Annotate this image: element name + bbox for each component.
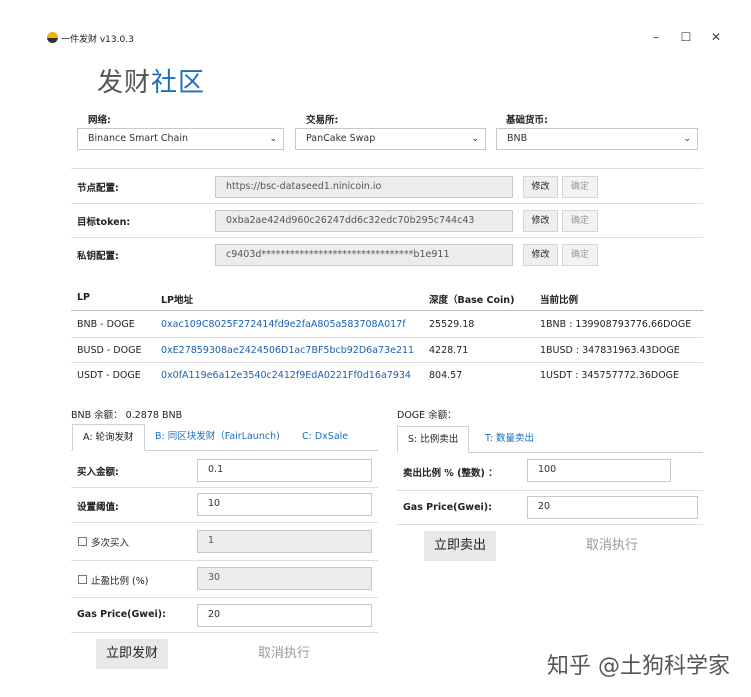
exchange-select[interactable]: PanCake Swap ⌄ xyxy=(295,128,486,150)
divider xyxy=(397,524,703,525)
table-cell-depth: 25529.18 xyxy=(429,319,475,330)
multi-buy-label: 多次买入 xyxy=(91,538,130,549)
brand-part-2: 社区 xyxy=(151,68,206,98)
lp-col-header: LP xyxy=(77,292,91,303)
tab-fairlaunch[interactable]: B: 同区块发财（FairLaunch) xyxy=(145,424,290,451)
tab-ratio-sell[interactable]: S: 比例卖出 xyxy=(397,426,470,453)
table-cell-address-link[interactable]: 0x0fA119e6a12e3540c2412f9EdA0221Ff0d16a7… xyxy=(161,370,411,381)
network-select-value: Binance Smart Chain xyxy=(88,133,189,144)
cancel-buy-button[interactable]: 取消执行 xyxy=(248,639,320,669)
table-row-divider xyxy=(71,337,703,338)
chevron-down-icon: ⌄ xyxy=(683,134,691,144)
lp-address-col-header: LP地址 xyxy=(161,295,194,306)
divider xyxy=(71,560,378,561)
tab-dxsale[interactable]: C: DxSale xyxy=(292,424,358,451)
base-currency-select[interactable]: BNB ⌄ xyxy=(496,128,698,150)
base-currency-label: 基础货币: xyxy=(506,115,548,126)
chevron-down-icon: ⌄ xyxy=(471,134,479,144)
token-confirm-button[interactable]: 确定 xyxy=(562,210,598,232)
maximize-icon[interactable]: ☐ xyxy=(676,27,696,47)
buy-amount-input[interactable]: 0.1 xyxy=(197,459,372,482)
right-gas-label: Gas Price(Gwei): xyxy=(403,502,492,513)
depth-col-header: 深度（Base Coin) xyxy=(429,295,515,306)
left-gas-input[interactable]: 20 xyxy=(197,604,372,627)
token-config-label: 目标token: xyxy=(77,217,131,228)
cancel-sell-button[interactable]: 取消执行 xyxy=(576,531,648,561)
node-confirm-button[interactable]: 确定 xyxy=(562,176,598,198)
bnb-balance: BNB 余额： 0.2878 BNB xyxy=(71,410,183,421)
watermark: 知乎 @土狗科学家 xyxy=(547,654,730,679)
network-select[interactable]: Binance Smart Chain ⌄ xyxy=(77,128,284,150)
brand-title: 发财社区 xyxy=(97,62,205,99)
network-label: 网络: xyxy=(88,115,111,126)
divider xyxy=(71,487,378,488)
table-cell-lp: BNB - DOGE xyxy=(77,319,135,330)
tab-polling[interactable]: A: 轮询发财 xyxy=(72,424,145,451)
exchange-select-value: PanCake Swap xyxy=(306,133,376,144)
divider xyxy=(71,522,378,523)
token-edit-button[interactable]: 修改 xyxy=(523,210,558,232)
right-gas-input[interactable]: 20 xyxy=(527,496,698,519)
take-profit-checkbox[interactable] xyxy=(78,575,87,584)
minimize-icon[interactable]: – xyxy=(646,27,666,47)
execute-sell-button[interactable]: 立即卖出 xyxy=(424,531,496,561)
ratio-col-header: 当前比例 xyxy=(540,295,579,306)
key-edit-button[interactable]: 修改 xyxy=(523,244,558,266)
key-confirm-button[interactable]: 确定 xyxy=(562,244,598,266)
take-profit-label: 止盈比例 (%) xyxy=(91,576,149,587)
private-key-field[interactable]: c9403d********************************b1… xyxy=(215,244,513,266)
key-config-label: 私钥配置: xyxy=(77,251,119,262)
divider xyxy=(71,597,378,598)
multi-buy-checkbox[interactable] xyxy=(78,537,87,546)
sell-ratio-label: 卖出比例 % (整数) ： xyxy=(403,468,498,479)
brand-part-1: 发财 xyxy=(97,68,152,98)
chevron-down-icon: ⌄ xyxy=(269,134,277,144)
divider xyxy=(71,168,703,169)
exchange-label: 交易所: xyxy=(306,115,339,126)
app-logo-icon xyxy=(47,32,58,43)
sell-ratio-input[interactable]: 100 xyxy=(527,459,671,482)
node-edit-button[interactable]: 修改 xyxy=(523,176,558,198)
multi-buy-input[interactable]: 1 xyxy=(197,530,372,553)
tab-amount-sell[interactable]: T: 数量卖出 xyxy=(475,426,544,453)
base-currency-value: BNB xyxy=(507,133,528,144)
table-cell-ratio: 1USDT : 345757772.36DOGE xyxy=(540,370,680,381)
table-cell-lp: BUSD - DOGE xyxy=(77,345,142,356)
table-cell-address-link[interactable]: 0xE27859308ae2424506D1ac7BF5bcb92D6a73e2… xyxy=(161,345,414,356)
table-cell-address-link[interactable]: 0xac109C8025F272414fd9e2faA805a583708A01… xyxy=(161,319,406,330)
target-token-field[interactable]: 0xba2ae424d960c26247dd6c32edc70b295c744c… xyxy=(215,210,513,232)
divider xyxy=(71,632,378,633)
table-row-divider xyxy=(71,362,703,363)
take-profit-input[interactable]: 30 xyxy=(197,567,372,590)
left-gas-label: Gas Price(Gwei): xyxy=(77,609,166,620)
window-title: 一件发财 v13.0.3 xyxy=(61,35,134,45)
divider xyxy=(71,237,703,238)
table-cell-ratio: 1BNB : 139908793776.66DOGE xyxy=(540,319,692,330)
node-url-field[interactable]: https://bsc-dataseed1.ninicoin.io xyxy=(215,176,513,198)
execute-buy-button[interactable]: 立即发财 xyxy=(96,639,168,669)
table-cell-depth: 804.57 xyxy=(429,370,463,381)
threshold-input[interactable]: 10 xyxy=(197,493,372,516)
divider xyxy=(71,203,703,204)
doge-balance: DOGE 余额： xyxy=(397,410,457,421)
node-config-label: 节点配置: xyxy=(77,183,119,194)
divider xyxy=(397,490,703,491)
table-cell-depth: 4228.71 xyxy=(429,345,469,356)
table-cell-ratio: 1BUSD : 347831963.43DOGE xyxy=(540,345,680,356)
threshold-label: 设置阈值: xyxy=(77,502,119,513)
buy-amount-label: 买入金额: xyxy=(77,467,119,478)
table-cell-lp: USDT - DOGE xyxy=(77,370,141,381)
table-header-divider xyxy=(71,310,703,311)
close-icon[interactable]: ✕ xyxy=(706,27,726,47)
